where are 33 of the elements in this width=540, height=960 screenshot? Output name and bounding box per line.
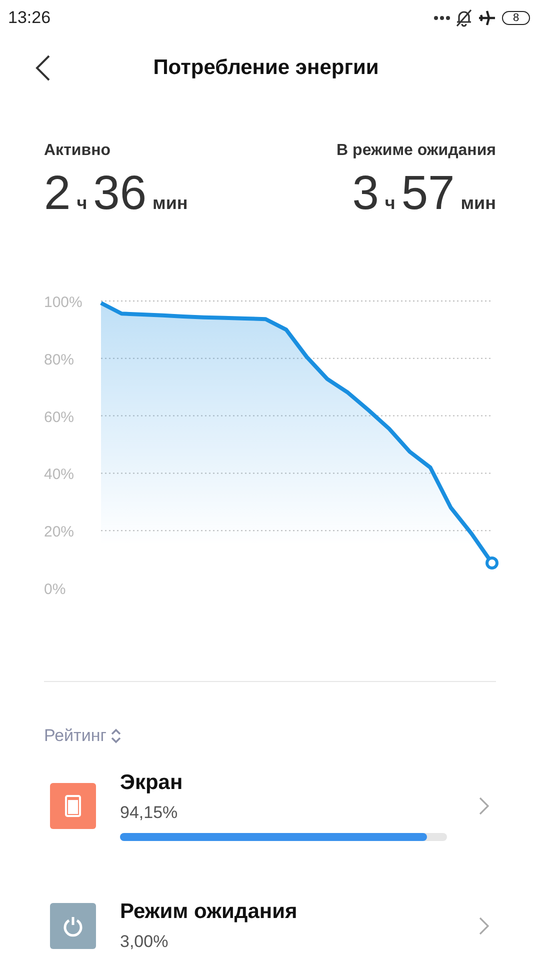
- stat-label: В режиме ожидания: [336, 142, 496, 160]
- chevron-icon[interactable]: [478, 916, 490, 936]
- more-icon: [434, 16, 450, 20]
- hours-unit: ч: [384, 193, 396, 214]
- axis-label: 60%: [44, 408, 74, 426]
- hours-value: 3: [352, 166, 379, 221]
- back-icon[interactable]: [34, 54, 52, 82]
- axis-label: 80%: [44, 351, 74, 368]
- page-title: Потребление энергии: [152, 56, 380, 80]
- sort-label[interactable]: Рейтинг: [44, 726, 106, 746]
- item-name: Экран: [120, 771, 184, 795]
- axis-label: 20%: [44, 524, 74, 541]
- status-time: 13:26: [8, 8, 51, 28]
- power-icon: [62, 915, 84, 937]
- axis-label: 40%: [44, 466, 74, 484]
- item-percent: 94,15%: [120, 803, 179, 823]
- axis-label: 0%: [44, 581, 66, 598]
- stat-label: Активно: [44, 142, 112, 160]
- phone-icon: [65, 795, 81, 817]
- minutes-unit: мин: [152, 193, 188, 214]
- chevron-icon[interactable]: [478, 796, 490, 816]
- minutes-value: 36: [93, 166, 147, 221]
- airplane-icon: [478, 9, 496, 27]
- axis-label: 100%: [44, 294, 82, 311]
- battery-indicator: 8: [502, 11, 530, 25]
- item-name: Режим ожидания: [120, 900, 298, 924]
- minutes-unit: мин: [460, 193, 496, 214]
- sort-icon[interactable]: [110, 728, 122, 744]
- bell-muted-icon: [456, 9, 472, 27]
- hours-value: 2: [44, 166, 71, 221]
- item-percent: 3,00%: [120, 932, 170, 952]
- hours-unit: ч: [76, 193, 88, 214]
- minutes-value: 57: [401, 166, 455, 221]
